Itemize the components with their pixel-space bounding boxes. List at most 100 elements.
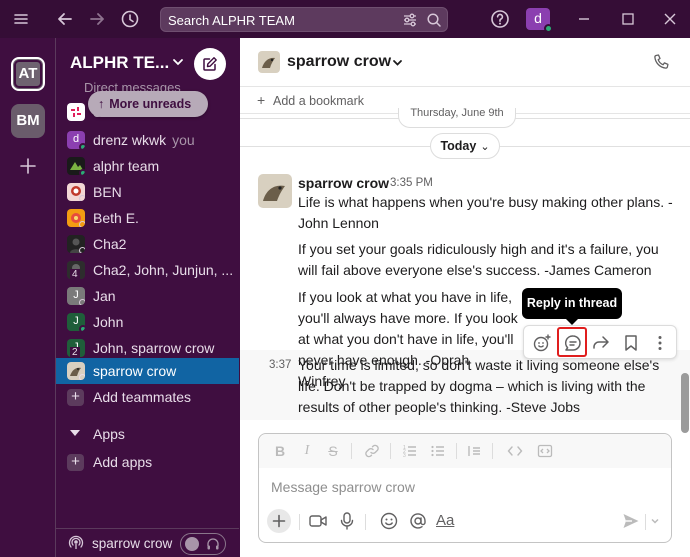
sidebar: ALPHR TE... Direct messages Slackbot d d… — [55, 38, 239, 557]
plus-icon: + — [67, 454, 84, 471]
huddle-bar: sparrow crow — [56, 528, 239, 557]
composer-divider — [645, 514, 646, 530]
link-icon[interactable] — [363, 442, 381, 460]
chevron-down-icon[interactable] — [171, 55, 185, 69]
john-avatar: J — [67, 313, 85, 331]
more-actions-icon[interactable] — [649, 332, 671, 354]
reply-in-thread-button[interactable] — [557, 327, 587, 357]
strikethrough-icon[interactable]: S — [324, 442, 342, 460]
italic-icon[interactable]: I — [298, 442, 316, 460]
forward-arrow-icon[interactable] — [87, 9, 107, 29]
add-teammates-button[interactable]: + Add teammates — [56, 384, 239, 410]
sidebar-item-drenz-wkwk[interactable]: d drenz wkwk you — [56, 127, 239, 153]
message-timestamp[interactable]: 3:35 PM — [390, 177, 433, 189]
top-bar: Search ALPHR TEAM d — [0, 0, 690, 38]
add-teammates-label: Add teammates — [93, 389, 192, 405]
search-icon[interactable] — [426, 12, 442, 28]
headphones-icon — [206, 537, 220, 551]
minimize-icon[interactable] — [574, 9, 594, 29]
sidebar-item-label: sparrow crow — [93, 363, 177, 379]
you-tag: you — [172, 132, 195, 148]
back-arrow-icon[interactable] — [55, 9, 75, 29]
compose-icon — [203, 57, 217, 71]
sidebar-item-cha2[interactable]: Cha2 — [56, 231, 239, 257]
sidebar-item-label: John — [93, 314, 124, 330]
message-text: Life is what happens when you're busy ma… — [298, 194, 673, 231]
channel-name[interactable]: sparrow crow — [287, 53, 391, 71]
sidebar-item-sparrow-crow[interactable]: sparrow crow — [56, 358, 239, 384]
plus-icon: + — [67, 389, 84, 406]
attach-plus-button[interactable] — [267, 509, 291, 533]
sidebar-item-label: Jan — [93, 288, 116, 304]
channel-avatar — [258, 51, 280, 73]
send-icon[interactable] — [620, 510, 642, 532]
history-clock-icon[interactable] — [120, 9, 140, 29]
phone-call-icon[interactable] — [652, 53, 670, 71]
message-input[interactable]: Message sparrow crow — [271, 479, 415, 495]
blockquote-icon[interactable] — [465, 442, 483, 460]
bold-icon[interactable]: B — [271, 442, 289, 460]
message-author-avatar[interactable] — [258, 174, 292, 208]
sidebar-item-label: Beth E. — [93, 210, 139, 226]
huddle-label: sparrow crow — [92, 536, 173, 551]
plus-icon: + — [257, 92, 266, 108]
bulleted-list-icon[interactable] — [429, 442, 447, 460]
sidebar-item-beth-e[interactable]: Beth E. — [56, 205, 239, 231]
sidebar-item-label: Cha2, John, Junjun, ... — [93, 262, 234, 278]
sidebar-item-john[interactable]: J John — [56, 309, 239, 335]
sidebar-item-jan[interactable]: J Jan — [56, 283, 239, 309]
workspace-at[interactable]: AT — [11, 57, 45, 91]
compose-button[interactable] — [194, 48, 226, 80]
maximize-icon[interactable] — [618, 9, 638, 29]
beth-avatar — [67, 209, 85, 227]
workspace-name[interactable]: ALPHR TE... — [70, 53, 169, 73]
send-options-chevron-icon[interactable] — [649, 510, 661, 532]
formatting-toolbar: B I S 123 — [259, 434, 671, 468]
bookmark-icon[interactable] — [620, 332, 642, 354]
drenz-avatar: d — [67, 131, 85, 149]
slackbot-avatar — [67, 103, 85, 121]
more-unreads-button[interactable]: ↑ More unreads — [88, 91, 208, 117]
member-count-badge: 2 — [70, 347, 80, 357]
code-icon[interactable] — [506, 442, 524, 460]
sidebar-item-alphr-team[interactable]: alphr team — [56, 153, 239, 179]
microphone-icon[interactable] — [336, 510, 358, 532]
add-reaction-icon[interactable] — [531, 332, 553, 354]
forward-share-icon[interactable] — [590, 332, 612, 354]
workspace-bm[interactable]: BM — [11, 104, 45, 138]
add-workspace-icon[interactable] — [17, 155, 39, 177]
sidebar-item-label: alphr team — [93, 158, 160, 174]
search-bar[interactable]: Search ALPHR TEAM — [160, 7, 448, 32]
date-divider-today[interactable]: Today ⌄ — [430, 133, 500, 159]
code-block-icon[interactable] — [536, 442, 554, 460]
mention-icon[interactable] — [407, 510, 429, 532]
toolbar-divider — [351, 443, 352, 459]
message-author[interactable]: sparrow crow — [298, 175, 389, 191]
close-icon[interactable] — [660, 9, 680, 29]
apps-section-header[interactable]: Apps — [56, 421, 239, 447]
date-divider-old[interactable]: Thursday, June 9th — [398, 108, 516, 128]
sidebar-item-label: drenz wkwk you — [93, 132, 195, 148]
video-clip-icon[interactable] — [307, 510, 329, 532]
scrollbar-thumb[interactable] — [681, 373, 689, 433]
sidebar-item-cha2-group[interactable]: 4 Cha2, John, Junjun, ... — [56, 257, 239, 283]
message-timestamp[interactable]: 3:37 — [269, 359, 291, 371]
toolbar-divider — [492, 443, 493, 459]
text-formatting-toggle[interactable]: Aa — [436, 510, 458, 532]
cha2-avatar — [67, 235, 85, 253]
composer-divider — [365, 514, 366, 530]
filter-sliders-icon[interactable] — [402, 12, 418, 28]
plus-icon — [272, 514, 286, 528]
sidebar-item-ben[interactable]: BEN — [56, 179, 239, 205]
huddle-broadcast-icon — [68, 535, 84, 551]
user-avatar[interactable]: d — [526, 8, 553, 33]
add-apps-button[interactable]: + Add apps — [56, 449, 239, 475]
ordered-list-icon[interactable]: 123 — [401, 442, 419, 460]
huddle-toggle[interactable] — [180, 533, 226, 555]
help-icon[interactable] — [490, 9, 510, 29]
chevron-down-icon[interactable] — [392, 57, 403, 68]
menu-icon[interactable] — [11, 9, 31, 29]
message-text: If you set your goals ridiculously high … — [298, 241, 659, 278]
emoji-icon[interactable] — [378, 510, 400, 532]
toggle-knob — [185, 537, 199, 551]
